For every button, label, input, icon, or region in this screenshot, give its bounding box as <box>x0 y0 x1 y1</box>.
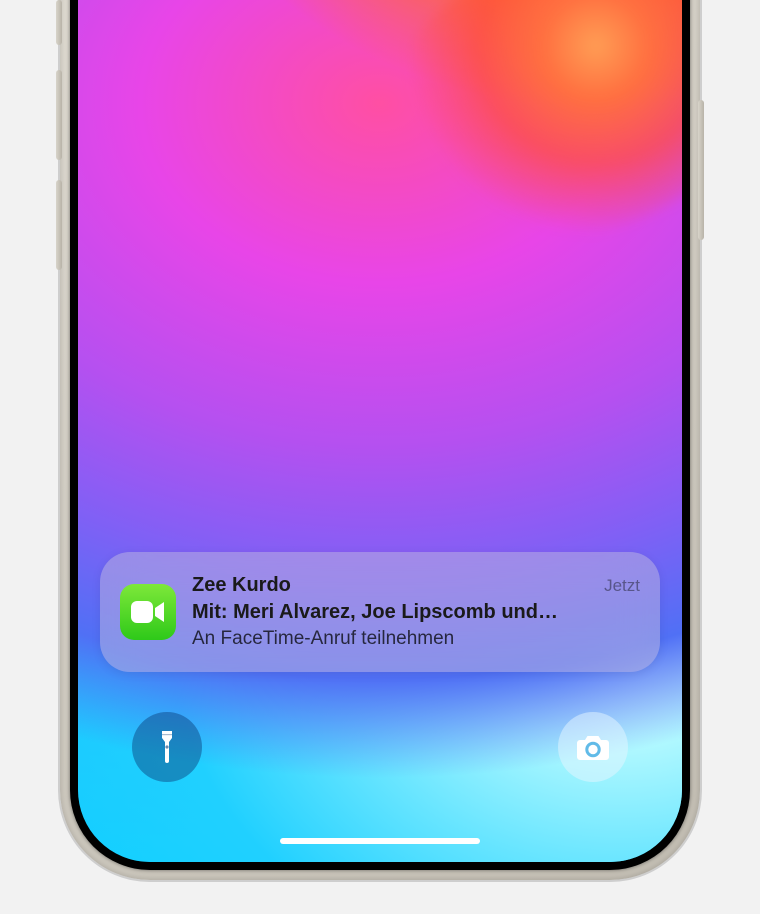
volume-up-button <box>56 70 62 160</box>
notification-timestamp: Jetzt <box>604 575 640 598</box>
phone-bezel: Zee Kurdo Jetzt Mit: Meri Alvarez, Joe L… <box>70 0 690 870</box>
iphone-device-frame: Zee Kurdo Jetzt Mit: Meri Alvarez, Joe L… <box>60 0 700 880</box>
facetime-icon <box>120 584 176 640</box>
notification-subtitle: Mit: Meri Alvarez, Joe Lipscomb und… <box>192 599 640 626</box>
facetime-notification[interactable]: Zee Kurdo Jetzt Mit: Meri Alvarez, Joe L… <box>100 552 660 672</box>
flashlight-button[interactable] <box>132 712 202 782</box>
volume-down-button <box>56 180 62 270</box>
mute-switch <box>56 0 62 45</box>
camera-button[interactable] <box>558 712 628 782</box>
camera-icon <box>576 730 610 764</box>
home-indicator[interactable] <box>280 838 480 844</box>
notification-body: An FaceTime-Anruf teilnehmen <box>192 626 640 652</box>
notification-content: Zee Kurdo Jetzt Mit: Meri Alvarez, Joe L… <box>192 572 640 652</box>
notification-title: Zee Kurdo <box>192 572 291 599</box>
power-button <box>698 100 704 240</box>
lock-screen[interactable]: Zee Kurdo Jetzt Mit: Meri Alvarez, Joe L… <box>78 0 682 862</box>
flashlight-icon <box>150 730 184 764</box>
